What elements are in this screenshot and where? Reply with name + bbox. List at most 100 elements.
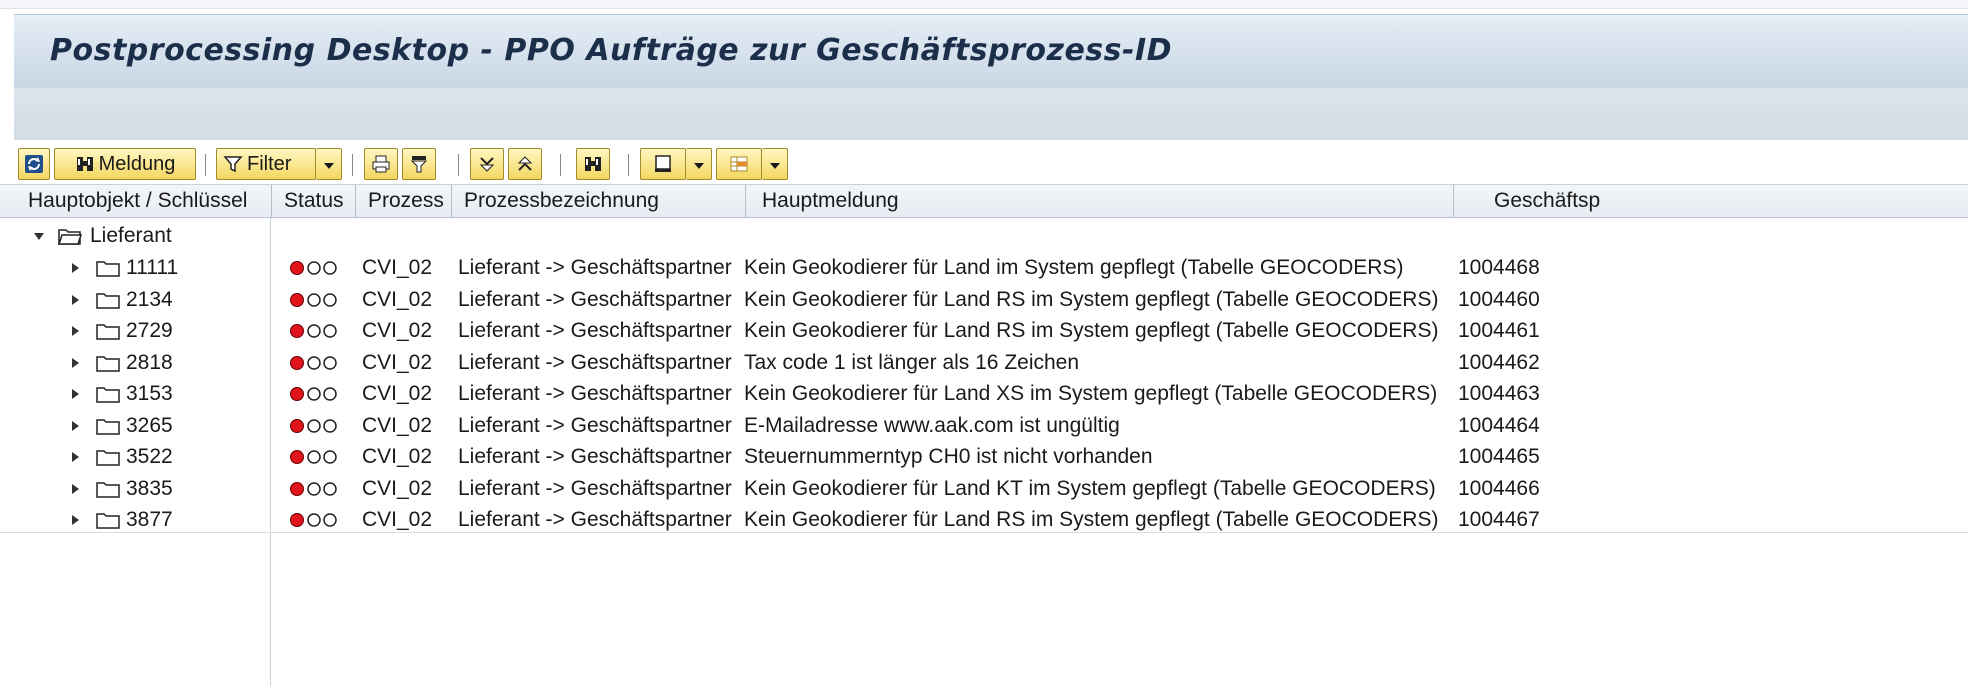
filter-button-label: Filter [247, 152, 292, 175]
row-description: Lieferant -> Geschäftspartner [458, 319, 732, 342]
row-message: Kein Geokodierer für Land RS im System g… [744, 287, 1439, 311]
row-description: Lieferant -> Geschäftspartner [458, 476, 732, 500]
row-message: Kein Geokodierer für Land RS im System g… [744, 319, 1439, 342]
status-traffic-light-icon [290, 481, 337, 496]
toolbar-separator [352, 154, 353, 176]
expand-arrow-icon[interactable] [72, 389, 79, 399]
folder-icon [96, 418, 120, 435]
row-process: CVI_02 [362, 476, 433, 500]
table-row[interactable]: 2729 CVI_02 Lieferant -> Geschäftspartne… [0, 315, 1968, 347]
message-button[interactable]: Meldung [54, 148, 196, 180]
folder-icon [96, 450, 120, 466]
status-traffic-light-icon [290, 324, 337, 338]
chevron-down-icon [323, 163, 334, 169]
folder-icon [96, 261, 120, 277]
column-header-status[interactable]: Status [272, 185, 356, 217]
row-process: CVI_02 [362, 287, 433, 311]
table-row[interactable]: 3265 CVI_02 Lieferant -> Geschäftspartne… [0, 410, 1968, 442]
table-row[interactable]: 2818 CVI_02 Lieferant -> Geschäftspartne… [0, 347, 1968, 379]
column-header-description[interactable]: Prozessbezeichnung [452, 185, 746, 217]
row-message: E-Mailadresse www.aak.com ist ungültig [744, 413, 1120, 437]
row-message: Kein Geokodierer für Land KT im System g… [744, 476, 1436, 500]
row-process: CVI_02 [362, 319, 433, 342]
row-key: 2729 [126, 319, 173, 342]
collapse-all-button[interactable] [508, 148, 542, 180]
table-row[interactable]: 3153 CVI_02 Lieferant -> Geschäftspartne… [0, 378, 1968, 410]
row-process: CVI_02 [362, 382, 433, 405]
expand-arrow-icon[interactable] [72, 294, 79, 305]
row-process: CVI_02 [362, 445, 433, 468]
view-button[interactable] [716, 148, 762, 180]
folder-icon [96, 513, 120, 529]
binoculars-icon [585, 157, 601, 171]
document-icon [655, 155, 671, 172]
page-title: Postprocessing Desktop - PPO Aufträge zu… [50, 33, 1173, 68]
row-key: 2818 [126, 350, 173, 374]
row-key: 11111 [126, 256, 179, 279]
row-message: Steuernummerntyp CH0 ist nicht vorhanden [744, 445, 1153, 468]
row-bp-id: 1004464 [1458, 413, 1540, 437]
row-key: 2134 [126, 287, 173, 311]
expand-all-button[interactable] [470, 148, 504, 180]
status-traffic-light-icon [290, 387, 337, 401]
layout-button[interactable] [640, 148, 686, 180]
row-process: CVI_02 [362, 350, 433, 374]
table-row[interactable]: 11111 CVI_02 Lieferant -> Geschäftspartn… [0, 252, 1968, 284]
layout-filter-button[interactable] [402, 148, 436, 180]
print-icon [372, 155, 390, 173]
message-button-label: Meldung [98, 152, 176, 175]
print-button[interactable] [364, 148, 398, 180]
expand-arrow-icon[interactable] [34, 233, 44, 240]
table-row[interactable]: 3835 CVI_02 Lieferant -> Geschäftspartne… [0, 473, 1968, 505]
filter-dropdown[interactable] [316, 148, 342, 180]
toolbar-separator [560, 154, 561, 176]
expand-arrow-icon[interactable] [72, 515, 79, 525]
expand-arrow-icon[interactable] [72, 357, 79, 368]
row-key: 3153 [126, 382, 173, 405]
group-row-lieferant[interactable]: Lieferant [0, 220, 1968, 252]
expand-arrow-icon[interactable] [72, 420, 79, 431]
grid-view-icon [730, 156, 748, 172]
layout-dropdown[interactable] [686, 148, 712, 180]
alv-toolbar: Meldung Filter [0, 140, 1968, 186]
expand-arrow-icon[interactable] [72, 483, 79, 494]
column-header-key[interactable]: Hauptobjekt / Schlüssel [0, 185, 272, 217]
folder-icon [96, 481, 120, 498]
table-row[interactable]: 2134 CVI_02 Lieferant -> Geschäftspartne… [0, 284, 1968, 316]
row-message: Tax code 1 ist länger als 16 Zeichen [744, 350, 1080, 374]
row-bp-id: 1004460 [1458, 287, 1540, 311]
status-traffic-light-icon [290, 513, 337, 527]
row-description: Lieferant -> Geschäftspartner [458, 256, 732, 279]
title-bar: Postprocessing Desktop - PPO Aufträge zu… [14, 14, 1968, 88]
column-header-bp-id[interactable]: Geschäftsp [1454, 185, 1968, 217]
row-bp-id: 1004461 [1458, 319, 1540, 342]
group-label: Lieferant [90, 224, 172, 247]
row-description: Lieferant -> Geschäftspartner [458, 350, 732, 374]
folder-icon [96, 292, 120, 309]
column-header-message[interactable]: Hauptmeldung [746, 185, 1454, 217]
toolbar-separator [628, 154, 629, 176]
status-traffic-light-icon [290, 355, 337, 370]
toolbar-separator [205, 154, 206, 176]
expand-icon [479, 157, 495, 172]
filter-button[interactable]: Filter [216, 148, 316, 180]
find-button[interactable] [576, 148, 610, 180]
refresh-button[interactable] [18, 148, 50, 180]
status-traffic-light-icon [290, 261, 337, 275]
top-strip [0, 0, 1968, 9]
expand-arrow-icon[interactable] [72, 326, 79, 336]
row-description: Lieferant -> Geschäftspartner [458, 445, 732, 468]
table-header: Hauptobjekt / Schlüssel Status Prozess P… [0, 184, 1968, 218]
table-bottom-border [0, 532, 1968, 533]
expand-arrow-icon[interactable] [72, 263, 79, 273]
row-process: CVI_02 [362, 256, 433, 279]
row-description: Lieferant -> Geschäftspartner [458, 382, 732, 405]
row-key: 3522 [126, 445, 173, 468]
view-dropdown[interactable] [762, 148, 788, 180]
expand-arrow-icon[interactable] [72, 452, 79, 462]
row-bp-id: 1004463 [1458, 382, 1540, 405]
status-traffic-light-icon [290, 418, 337, 433]
table-row[interactable]: 3522 CVI_02 Lieferant -> Geschäftspartne… [0, 441, 1968, 473]
column-header-process[interactable]: Prozess [356, 185, 452, 217]
status-traffic-light-icon [290, 450, 337, 464]
